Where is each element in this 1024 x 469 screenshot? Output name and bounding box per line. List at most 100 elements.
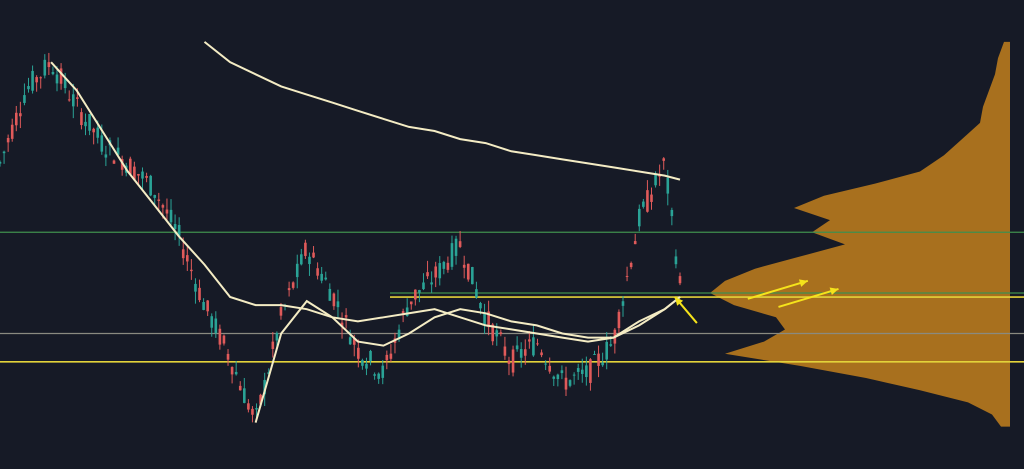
candle-body (536, 343, 539, 345)
candle-body (287, 288, 291, 291)
candle-body (401, 311, 405, 314)
candle-body (499, 332, 503, 335)
candle-body (2, 151, 6, 154)
candle-body (308, 256, 311, 265)
candle-body (519, 349, 523, 358)
candle-body (585, 365, 588, 378)
candle-body (169, 209, 173, 223)
candle-body (593, 353, 596, 355)
candle-body (320, 273, 323, 281)
candle-body (471, 267, 474, 285)
candle-body (568, 380, 572, 386)
candle-body (458, 241, 462, 247)
candle-body (251, 408, 254, 415)
candle-body (218, 328, 222, 345)
candle-body (255, 408, 258, 410)
candle-body (365, 363, 368, 369)
candle-body (31, 70, 34, 91)
candle-body (51, 72, 55, 75)
candle-body (552, 376, 556, 379)
candle-body (161, 205, 165, 208)
price-chart (0, 0, 1024, 469)
candle-body (194, 283, 197, 292)
candle-body (597, 353, 600, 366)
candle-body (646, 190, 649, 212)
candle-body (304, 242, 307, 256)
candle-body (104, 154, 108, 158)
candle-body (332, 293, 336, 307)
candle-body (625, 275, 629, 277)
candle-body (450, 243, 454, 267)
candle-body (14, 112, 18, 126)
candle-body (466, 263, 470, 280)
candle-body (528, 339, 531, 342)
candle-body (426, 272, 429, 277)
candle-body (112, 160, 116, 164)
candle-body (621, 301, 625, 306)
candle-body (59, 68, 63, 84)
candle-body (629, 262, 633, 268)
candle-body (580, 369, 584, 374)
candle-body (210, 316, 214, 328)
candle-body (10, 124, 14, 139)
candle-body (88, 113, 91, 131)
candle-body (589, 359, 592, 383)
candle-body (43, 59, 47, 76)
candle-body (678, 276, 682, 284)
candle-body (389, 353, 393, 359)
candle-body (633, 241, 637, 245)
candle-body (515, 345, 519, 350)
candle-body (381, 365, 385, 378)
candle-body (572, 374, 576, 376)
candle-body (279, 307, 283, 316)
candle-body (637, 208, 641, 227)
candle-body (454, 238, 458, 256)
candle-body (324, 277, 328, 280)
candle-body (438, 263, 442, 279)
candle-body (300, 254, 303, 265)
candle-body (446, 262, 450, 270)
candle-body (243, 388, 246, 403)
candle-body (145, 175, 148, 178)
candle-body (348, 337, 352, 345)
candle-body (564, 377, 568, 390)
candle-body (576, 368, 580, 372)
candle-body (214, 318, 218, 334)
candle-body (605, 341, 609, 360)
candle-body (511, 349, 515, 373)
candle-body (361, 360, 364, 366)
candle-body (409, 301, 413, 305)
candle-body (47, 62, 51, 68)
candle-body (23, 95, 26, 103)
candle-body (35, 77, 38, 83)
candle-body (230, 367, 234, 375)
candle-body (609, 344, 613, 346)
candle-body (617, 311, 621, 329)
candle-body (234, 371, 238, 375)
candle-body (312, 252, 315, 258)
candle-body (357, 347, 360, 359)
candle-body (247, 403, 250, 410)
candle-body (39, 77, 43, 79)
candle-body (149, 175, 152, 196)
candle-body (206, 300, 209, 312)
candle-body (271, 341, 275, 349)
candle-body (642, 201, 645, 207)
candle-body (422, 282, 425, 290)
candle-body (186, 255, 189, 262)
candle-body (67, 99, 71, 101)
candle-body (666, 177, 670, 194)
candle-body (336, 301, 340, 308)
candle-body (275, 333, 279, 341)
chart-canvas (0, 0, 1024, 469)
candle-body (462, 264, 466, 268)
candle-body (76, 97, 79, 99)
candle-body (385, 354, 389, 361)
candle-body (418, 290, 421, 293)
candle-body (507, 360, 511, 364)
candle-body (316, 268, 319, 276)
candle-body (80, 112, 83, 126)
candle-body (548, 365, 552, 372)
candle-body (479, 302, 482, 309)
candle-body (601, 362, 604, 366)
